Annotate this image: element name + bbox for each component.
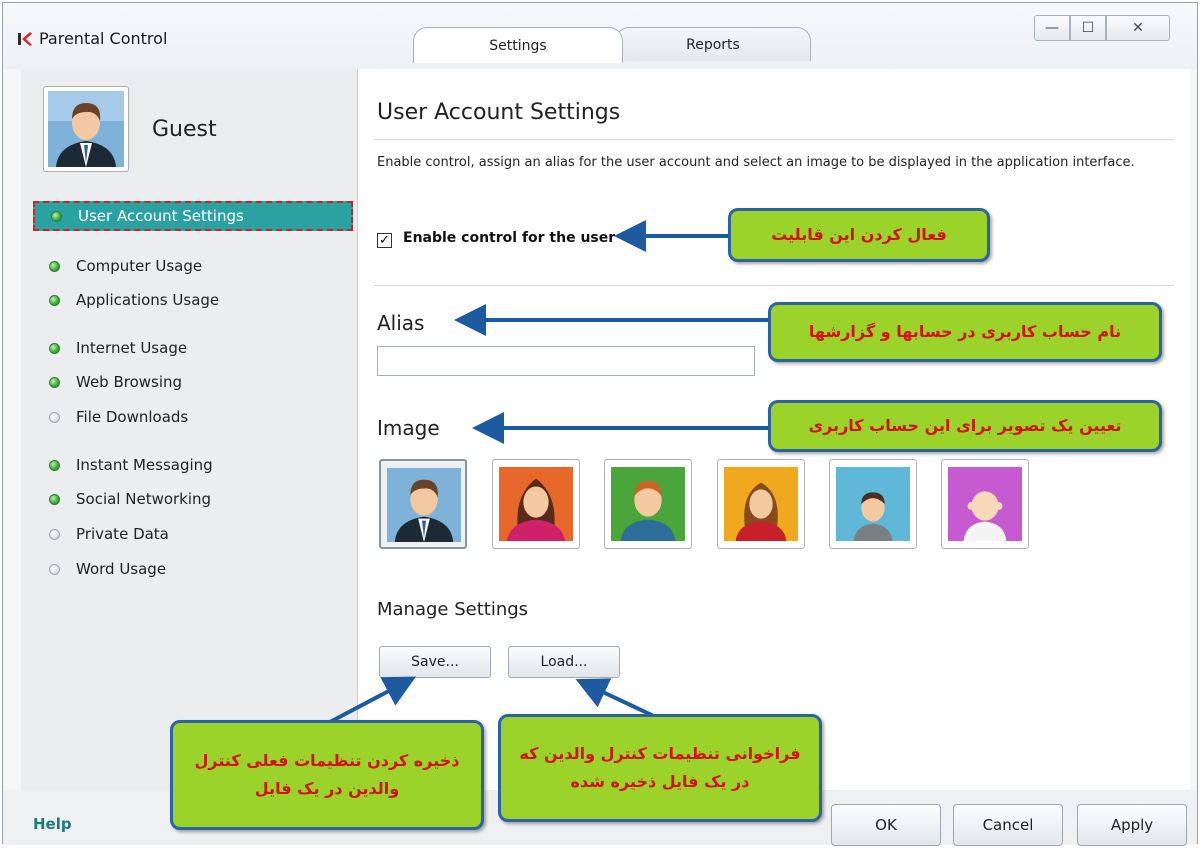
status-off-icon	[49, 528, 60, 540]
image-choice-girl[interactable]	[717, 459, 805, 549]
status-on-icon	[49, 376, 60, 388]
baby-avatar-icon	[948, 467, 1022, 541]
sidebar-item-label: User Account Settings	[78, 207, 244, 225]
status-on-icon	[51, 210, 62, 222]
status-on-icon	[49, 493, 60, 505]
enable-control-checkbox[interactable]: ✓	[377, 233, 392, 248]
save-button-label: Save...	[411, 654, 459, 670]
sidebar-item-label: Internet Usage	[76, 339, 188, 357]
maximize-icon: ☐	[1081, 20, 1095, 36]
alias-heading: Alias	[377, 311, 425, 335]
enable-control-label[interactable]: Enable control for the user	[403, 230, 615, 246]
load-button-label: Load...	[540, 654, 588, 670]
sidebar-item-label: Social Networking	[76, 490, 212, 508]
minimize-icon: —	[1045, 20, 1059, 36]
close-button[interactable]: ✕	[1106, 15, 1170, 41]
sidebar-item-word-usage[interactable]: Word Usage	[33, 554, 353, 584]
sidebar-item-label: File Downloads	[76, 408, 189, 426]
image-choice-child[interactable]	[829, 459, 917, 549]
user-name: Guest	[152, 117, 217, 142]
window-title: Parental Control	[39, 29, 168, 48]
child-avatar-icon	[836, 467, 910, 541]
cancel-label: Cancel	[982, 816, 1034, 834]
status-on-icon	[49, 459, 60, 471]
annotation-enable: فعال کردن این قابلیت	[728, 208, 990, 262]
sidebar-item-internet-usage[interactable]: Internet Usage	[33, 333, 353, 363]
image-choice-man[interactable]	[379, 459, 467, 549]
image-choice-baby[interactable]	[941, 459, 1029, 549]
status-on-icon	[49, 342, 60, 354]
sidebar-item-private-data[interactable]: Private Data	[33, 519, 353, 549]
status-on-icon	[49, 294, 60, 306]
boy-avatar-icon	[611, 467, 685, 541]
page-description: Enable control, assign an alias for the …	[377, 155, 1135, 170]
sidebar-item-web-browsing[interactable]: Web Browsing	[33, 367, 353, 397]
image-choice-boy[interactable]	[604, 459, 692, 549]
page-title: User Account Settings	[377, 100, 621, 125]
manage-settings-heading: Manage Settings	[377, 599, 529, 620]
sidebar-item-label: Private Data	[76, 525, 169, 543]
apply-button[interactable]: Apply	[1077, 804, 1187, 846]
status-off-icon	[49, 411, 60, 423]
status-on-icon	[49, 260, 60, 272]
sidebar: Guest User Account Settings Computer Usa…	[21, 69, 358, 792]
divider	[374, 285, 1174, 286]
apply-label: Apply	[1110, 816, 1154, 834]
annotation-image: تعیین یک تصویر برای این حساب کاربری	[768, 400, 1162, 452]
close-icon: ✕	[1132, 20, 1144, 36]
image-choice-woman[interactable]	[492, 459, 580, 549]
sidebar-item-label: Web Browsing	[76, 373, 183, 391]
girl-avatar-icon	[724, 467, 798, 541]
tab-reports[interactable]: Reports	[615, 27, 811, 61]
save-button[interactable]: Save...	[379, 646, 491, 678]
avatar[interactable]	[43, 86, 129, 172]
cancel-button[interactable]: Cancel	[953, 804, 1063, 846]
sidebar-item-applications-usage[interactable]: Applications Usage	[33, 285, 353, 315]
sidebar-item-user-account-settings[interactable]: User Account Settings	[33, 201, 353, 231]
man-avatar-icon	[48, 91, 124, 167]
help-link[interactable]: Help	[33, 815, 72, 833]
load-button[interactable]: Load...	[508, 646, 620, 678]
tab-settings[interactable]: Settings	[413, 27, 623, 63]
minimize-button[interactable]: —	[1034, 15, 1070, 41]
annotation-load: فراخوانی تنظیمات کنترل والدین که در یک ف…	[498, 714, 822, 822]
sidebar-item-label: Instant Messaging	[76, 456, 213, 474]
alias-input[interactable]	[377, 346, 755, 376]
kaspersky-logo-icon	[18, 32, 32, 46]
sidebar-item-instant-messaging[interactable]: Instant Messaging	[33, 450, 353, 480]
divider	[374, 139, 1174, 140]
sidebar-item-label: Applications Usage	[76, 291, 220, 309]
sidebar-item-label: Word Usage	[76, 560, 167, 578]
status-off-icon	[49, 563, 60, 575]
man-avatar-icon	[387, 468, 461, 542]
ok-label: OK	[875, 816, 897, 834]
annotation-alias: نام حساب کاربری در حسابها و گزارشها	[768, 302, 1162, 362]
sidebar-item-label: Computer Usage	[76, 257, 203, 275]
sidebar-item-social-networking[interactable]: Social Networking	[33, 484, 353, 514]
sidebar-item-computer-usage[interactable]: Computer Usage	[33, 251, 353, 281]
sidebar-item-file-downloads[interactable]: File Downloads	[33, 402, 353, 432]
woman-avatar-icon	[499, 467, 573, 541]
maximize-button[interactable]: ☐	[1070, 15, 1106, 41]
image-heading: Image	[377, 416, 440, 440]
title-bar: Parental Control Reports Settings — ☐ ✕	[3, 3, 1197, 69]
annotation-save: ذخیره کردن تنظیمات فعلی کنترل والدین در …	[170, 720, 484, 830]
ok-button[interactable]: OK	[831, 804, 941, 846]
